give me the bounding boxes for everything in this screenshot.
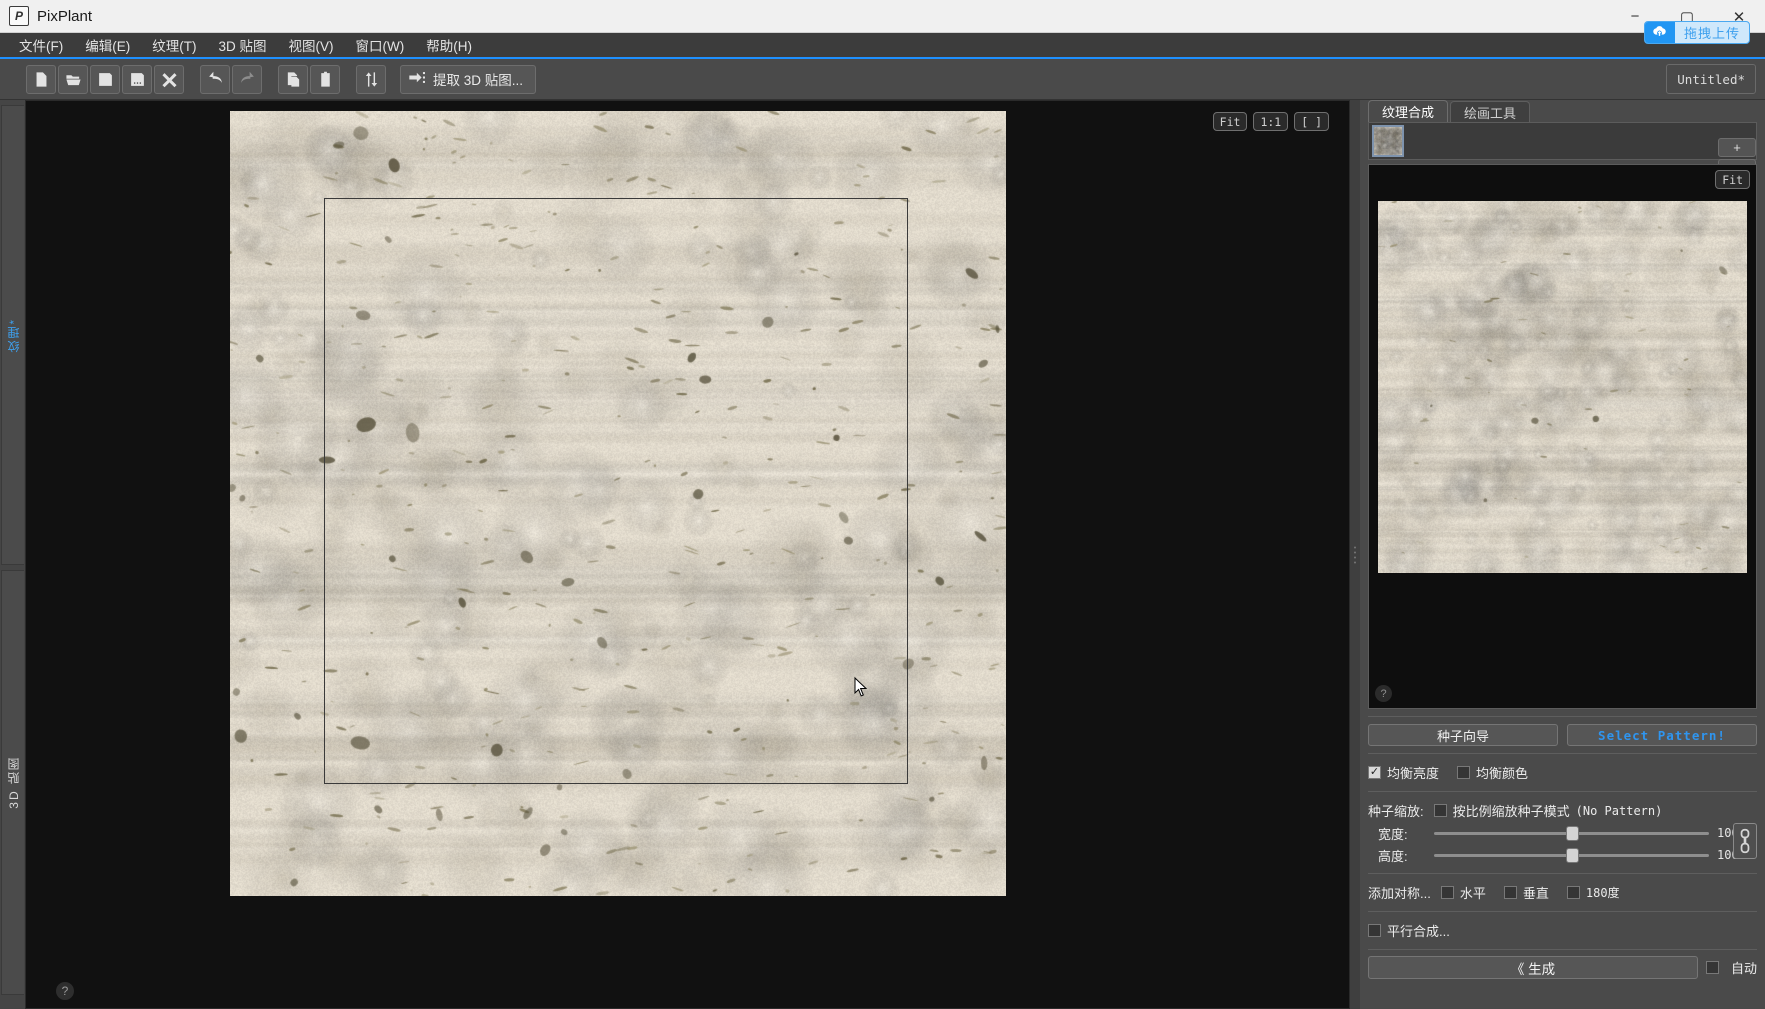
preview-viewport[interactable]: Fit ? <box>1368 164 1757 709</box>
swap-button[interactable] <box>356 65 386 94</box>
height-slider-track[interactable] <box>1434 854 1709 857</box>
canvas-zoom-controls: Fit 1:1 [ ] <box>1213 112 1329 131</box>
width-slider-knob[interactable] <box>1566 826 1579 841</box>
seed-thumbnail-bar[interactable] <box>1368 122 1757 160</box>
paste-button[interactable] <box>310 65 340 94</box>
label-height: 高度: <box>1378 846 1426 865</box>
link-chain-icon[interactable] <box>1733 823 1757 859</box>
panel-splitter[interactable] <box>1350 100 1360 1009</box>
menu-window[interactable]: 窗口(W) <box>345 32 416 58</box>
title-bar: P PixPlant − ▢ ✕ <box>0 0 1765 33</box>
right-panel: 纹理合成 绘画工具 + − Fit ? 种子向导 Select Pattern! <box>1360 100 1765 1009</box>
height-slider-row: 高度: 100% <box>1360 844 1765 866</box>
menu-view[interactable]: 视图(V) <box>278 32 345 58</box>
menu-edit[interactable]: 编辑(E) <box>74 32 141 58</box>
tab-paint-tools[interactable]: 绘画工具 <box>1450 101 1530 122</box>
preview-help-icon[interactable]: ? <box>1375 685 1392 702</box>
save-as-button[interactable] <box>122 65 152 94</box>
equalize-row: 均衡亮度 均衡颜色 <box>1360 754 1765 784</box>
open-file-button[interactable] <box>58 65 88 94</box>
checkbox-vertical[interactable] <box>1504 886 1517 899</box>
checkbox-equalize-brightness[interactable] <box>1368 766 1381 779</box>
generate-row: 《 生成 自动 <box>1360 950 1765 979</box>
tab-texture-synthesis[interactable]: 纹理合成 <box>1368 100 1448 122</box>
copy-button[interactable] <box>278 65 308 94</box>
canvas-viewport[interactable]: Fit 1:1 [ ] ? <box>25 100 1350 1009</box>
menu-file[interactable]: 文件(F) <box>8 32 74 58</box>
right-panel-tabs: 纹理合成 绘画工具 <box>1360 100 1765 122</box>
generate-button[interactable]: 《 生成 <box>1368 956 1698 979</box>
drag-upload-label: 拖拽上传 <box>1675 23 1749 42</box>
app-title: PixPlant <box>37 8 92 25</box>
vtab-texture[interactable]: 纹理* <box>1 105 24 565</box>
close-file-button[interactable] <box>154 65 184 94</box>
label-width: 宽度: <box>1378 824 1426 843</box>
canvas-onetoone-button[interactable]: 1:1 <box>1253 112 1288 131</box>
splitter-grip-icon <box>1354 546 1356 563</box>
width-slider-track[interactable] <box>1434 832 1709 835</box>
seed-thumbnail[interactable] <box>1372 125 1404 157</box>
canvas-fit-button[interactable]: Fit <box>1213 112 1248 131</box>
redo-button[interactable] <box>232 65 262 94</box>
vtab-3dmaps[interactable]: 3D 贴图 <box>1 570 24 995</box>
canvas-help-icon[interactable]: ? <box>56 982 74 1000</box>
seed-wizard-button[interactable]: 种子向导 <box>1368 724 1558 746</box>
parallel-synth-row: 平行合成... <box>1360 912 1765 942</box>
drag-upload-button[interactable]: 拖拽上传 <box>1644 21 1750 44</box>
vtab-3dmaps-label: 3D 贴图 <box>5 756 22 809</box>
height-slider-knob[interactable] <box>1566 848 1579 863</box>
canvas-fitselection-button[interactable]: [ ] <box>1294 112 1329 131</box>
document-title-badge[interactable]: Untitled* <box>1666 64 1756 94</box>
main-area: 纹理* 3D 贴图 Fit 1:1 [ ] ? 纹理合成 绘画工具 + Fit … <box>0 100 1765 1009</box>
select-pattern-button[interactable]: Select Pattern! <box>1567 724 1757 746</box>
label-180: 180度 <box>1586 884 1620 901</box>
label-auto: 自动 <box>1731 958 1757 977</box>
label-horizontal: 水平 <box>1460 883 1486 902</box>
new-file-button[interactable] <box>26 65 56 94</box>
undo-button[interactable] <box>200 65 230 94</box>
texture-canvas-image[interactable] <box>230 111 1006 896</box>
extract-3d-maps-button[interactable]: 提取 3D 贴图... <box>400 65 536 94</box>
seed-scale-row: 种子缩放: 按比例缩放种子模式 (No Pattern) <box>1360 792 1765 822</box>
label-parallel-synth: 平行合成... <box>1387 921 1450 940</box>
cloud-upload-icon <box>1645 21 1675 44</box>
label-seed-scale: 种子缩放: <box>1368 801 1424 820</box>
label-scale-pattern: 按比例缩放种子模式 <box>1453 801 1570 820</box>
label-no-pattern: (No Pattern) <box>1576 804 1663 818</box>
checkbox-180[interactable] <box>1567 886 1580 899</box>
menu-3dmaps[interactable]: 3D 贴图 <box>208 32 278 58</box>
extract-arrow-icon <box>409 70 426 88</box>
vtab-texture-label: 纹理* <box>5 318 22 353</box>
label-vertical: 垂直 <box>1523 883 1549 902</box>
symmetry-row: 添加对称... 水平 垂直 180度 <box>1360 874 1765 904</box>
seed-action-buttons: 种子向导 Select Pattern! <box>1360 717 1765 746</box>
checkbox-equalize-color[interactable] <box>1457 766 1470 779</box>
preview-texture-image[interactable] <box>1378 201 1747 573</box>
add-seed-button[interactable]: + <box>1718 138 1756 157</box>
preview-fit-button[interactable]: Fit <box>1715 170 1750 189</box>
main-toolbar: 提取 3D 贴图... Untitled* <box>0 59 1765 100</box>
menu-bar: 文件(F) 编辑(E) 纹理(T) 3D 贴图 视图(V) 窗口(W) 帮助(H… <box>0 33 1765 57</box>
label-equalize-brightness: 均衡亮度 <box>1387 763 1439 782</box>
label-symmetry: 添加对称... <box>1368 883 1431 902</box>
extract-3d-maps-label: 提取 3D 贴图... <box>433 69 523 89</box>
width-slider-row: 宽度: 100% <box>1360 822 1765 844</box>
label-equalize-color: 均衡颜色 <box>1476 763 1528 782</box>
mouse-cursor <box>854 677 868 697</box>
checkbox-auto[interactable] <box>1706 961 1719 974</box>
checkbox-parallel-synth[interactable] <box>1368 924 1381 937</box>
menu-texture[interactable]: 纹理(T) <box>141 32 207 58</box>
checkbox-horizontal[interactable] <box>1441 886 1454 899</box>
app-icon: P <box>9 6 29 26</box>
save-button[interactable] <box>90 65 120 94</box>
left-tab-strip: 纹理* 3D 贴图 <box>0 100 25 1009</box>
checkbox-scale-pattern[interactable] <box>1434 804 1447 817</box>
menu-help[interactable]: 帮助(H) <box>415 32 483 58</box>
